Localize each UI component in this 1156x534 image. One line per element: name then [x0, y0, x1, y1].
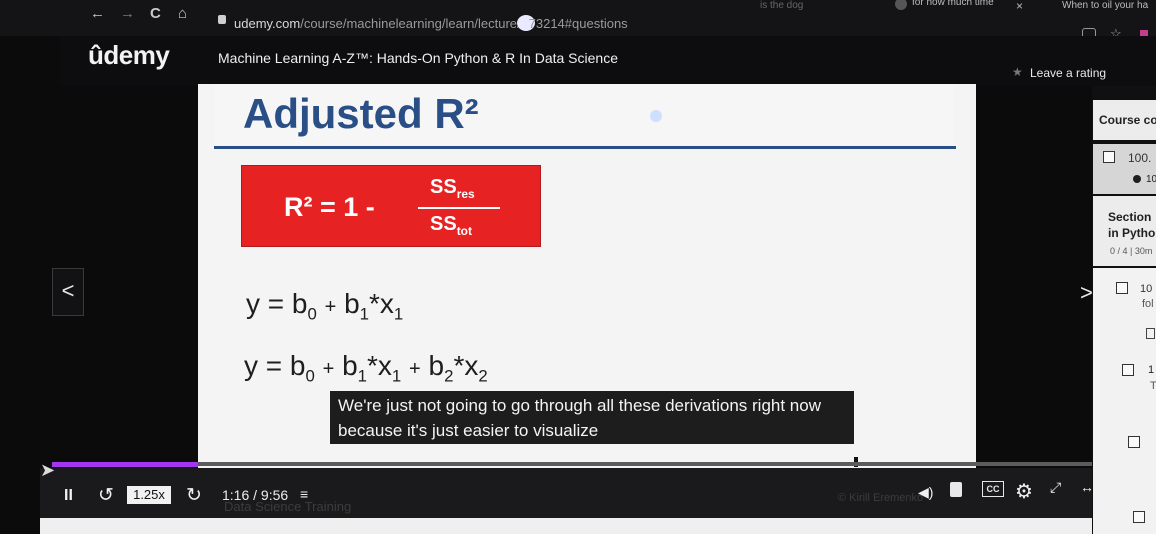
url-domain: udemy.com — [234, 16, 301, 31]
home-button[interactable]: ⌂ — [178, 5, 187, 22]
play-circle-icon — [1133, 175, 1141, 183]
lock-icon — [218, 15, 226, 24]
mouse-pointer-icon: ➤ — [40, 460, 56, 480]
formula-num-sub: res — [456, 187, 475, 201]
eq2-b1: b — [342, 350, 358, 381]
udemy-logo[interactable]: ûdemy — [88, 40, 170, 71]
section-title-2: in Pytho — [1108, 226, 1156, 240]
section-meta: 0 / 4 | 30m — [1110, 246, 1153, 256]
forward-button[interactable]: → — [120, 5, 135, 22]
eq2-b1-sub: 1 — [357, 366, 368, 386]
section-title-1: Section — [1108, 210, 1152, 224]
lecture-checkbox[interactable] — [1133, 511, 1145, 523]
eq1-y: y — [246, 288, 260, 319]
back-button[interactable]: ← — [90, 5, 105, 22]
lecture-10-label: 10 — [1140, 283, 1153, 295]
volume-icon[interactable]: ◀) — [918, 484, 933, 501]
rating-star-icon: ★ — [1012, 65, 1023, 79]
settings-gear-icon[interactable]: ⚙ — [1015, 479, 1033, 504]
reload-button[interactable]: C — [150, 5, 161, 22]
playback-speed-button[interactable]: 1.25x — [127, 486, 171, 504]
progress-bar-fill — [52, 462, 199, 467]
eq1-b0-sub: 0 — [307, 304, 317, 324]
url-tail: 73214#questions — [528, 16, 628, 31]
equation-multiple: y = b0 + b1*x1 + b2*x2 — [244, 350, 488, 387]
eq2-plus-2: + — [409, 358, 421, 380]
formula-den-base: SS — [430, 213, 457, 235]
slide-heading: Adjusted R² — [243, 90, 479, 137]
lecture-100-label: 100. — [1128, 151, 1152, 165]
eq1-x1: *x — [369, 288, 394, 319]
eq2-y: y — [244, 350, 258, 381]
rewind-button[interactable]: ↺ — [98, 484, 114, 507]
fullscreen-icon[interactable]: ⤢ — [1050, 479, 1061, 496]
progress-bar[interactable] — [52, 462, 1104, 466]
lecture-checkbox[interactable] — [1116, 282, 1128, 294]
lecture-checkbox[interactable] — [1103, 151, 1115, 163]
formula-den-sub: tot — [456, 224, 473, 238]
video-watermark-author: © Kirill Eremenko — [838, 492, 924, 504]
leave-rating-button[interactable]: Leave a rating — [1030, 66, 1106, 80]
lecture-1-label: 1 — [1148, 364, 1155, 376]
fraction-bar — [418, 207, 500, 209]
forward-button[interactable]: ↻ — [186, 484, 202, 507]
file-icon — [1146, 328, 1155, 339]
eq1-equals: = — [267, 288, 285, 319]
tab-close-icon[interactable]: × — [1016, 0, 1023, 13]
tab-fragment[interactable]: is the dog — [760, 0, 803, 11]
eq2-x2-sub: 2 — [478, 366, 488, 386]
eq2-x1: *x — [367, 350, 392, 381]
equation-simple: y = b0 + b1*x1 — [246, 288, 403, 325]
light-reflection — [650, 110, 662, 122]
eq1-b1-sub: 1 — [359, 304, 370, 324]
pause-button[interactable]: II — [64, 487, 73, 505]
caption-line-1: We're just not going to go through all t… — [338, 396, 821, 415]
course-content-title: Course co — [1099, 113, 1156, 127]
eq1-x1-sub: 1 — [393, 304, 404, 324]
lecture-checkbox[interactable] — [1122, 364, 1134, 376]
captions-button[interactable]: CC — [982, 481, 1004, 497]
eq2-equals: = — [265, 350, 283, 381]
subtitle-caption: We're just not going to go through all t… — [330, 391, 854, 444]
lecture-1-sub: T — [1150, 380, 1156, 392]
formula-num-base: SS — [430, 176, 457, 198]
next-lecture-button[interactable]: > — [1080, 280, 1093, 306]
eq1-plus: + — [324, 296, 337, 318]
previous-lecture-button[interactable]: < — [52, 268, 84, 316]
caption-line-2: because it's just easier to visualize — [338, 421, 599, 440]
tab-oil[interactable]: When to oil your ha — [1062, 0, 1148, 11]
transcript-icon[interactable] — [950, 482, 962, 497]
lecture-10-sub: fol — [1142, 298, 1154, 310]
url-path: /course/machinelearning/learn/lecture/ — [300, 16, 521, 31]
eq2-b0-sub: 0 — [305, 366, 315, 386]
address-bar[interactable]: udemy.com/course/machinelearning/learn/l… — [234, 15, 628, 31]
eq2-x1-sub: 1 — [391, 366, 402, 386]
eq2-x2: *x — [453, 350, 479, 381]
heading-divider — [214, 146, 956, 149]
lecture-100-sub: 10 — [1146, 174, 1156, 185]
page-bottom-strip — [40, 518, 1092, 534]
eq2-plus-1: + — [322, 358, 335, 380]
course-title: Machine Learning A-Z™: Hands-On Python &… — [218, 50, 618, 66]
eq2-b2: b — [428, 350, 445, 381]
eq2-b0: b — [289, 350, 306, 381]
eq1-b1: b — [344, 288, 360, 319]
eq1-b0: b — [291, 288, 308, 319]
lecture-checkbox[interactable] — [1128, 436, 1140, 448]
video-watermark: Data Science Training — [224, 499, 352, 514]
formula-lhs: R² = 1 - — [284, 192, 375, 222]
tab-search[interactable]: for how much time — [912, 0, 994, 8]
formula-denominator: SStot — [430, 213, 472, 238]
formula-numerator: SSres — [430, 176, 475, 201]
